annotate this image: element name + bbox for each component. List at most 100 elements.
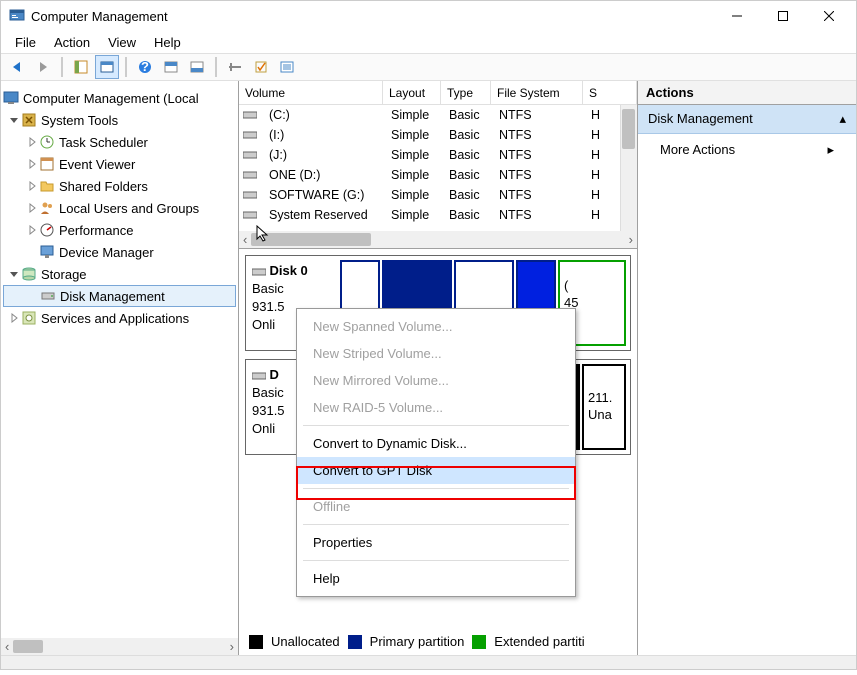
expand-icon[interactable] bbox=[7, 115, 21, 125]
volume-row[interactable]: SOFTWARE (G:)SimpleBasicNTFSH bbox=[239, 185, 637, 205]
close-button[interactable] bbox=[806, 1, 852, 31]
show-hide-tree-button[interactable] bbox=[69, 55, 93, 79]
tree-label: Local Users and Groups bbox=[59, 201, 199, 216]
partition[interactable]: 211. Una bbox=[582, 364, 626, 450]
ctx-new-raid5: New RAID-5 Volume... bbox=[297, 394, 575, 421]
menu-action[interactable]: Action bbox=[46, 33, 98, 52]
volume-hscrollbar[interactable]: ‹ › bbox=[239, 231, 637, 248]
partition-label: ( bbox=[564, 278, 620, 295]
volume-row[interactable]: (I:)SimpleBasicNTFSH bbox=[239, 125, 637, 145]
tree-label: Device Manager bbox=[59, 245, 154, 260]
volume-status: H bbox=[585, 128, 606, 142]
view-top-button[interactable] bbox=[159, 55, 183, 79]
ctx-new-spanned: New Spanned Volume... bbox=[297, 313, 575, 340]
col-layout[interactable]: Layout bbox=[383, 81, 441, 104]
col-status[interactable]: S bbox=[583, 81, 637, 104]
expand-icon[interactable] bbox=[7, 269, 21, 279]
tree-storage[interactable]: Storage bbox=[3, 263, 236, 285]
volume-columns: Volume Layout Type File System S bbox=[239, 81, 637, 105]
refresh-button[interactable] bbox=[249, 55, 273, 79]
tree-label: Shared Folders bbox=[59, 179, 148, 194]
app-icon bbox=[9, 8, 25, 24]
expand-icon[interactable] bbox=[25, 159, 39, 169]
ctx-properties[interactable]: Properties bbox=[297, 529, 575, 556]
volume-row[interactable]: ONE (D:)SimpleBasicNTFSH bbox=[239, 165, 637, 185]
tree-device-manager[interactable]: Device Manager bbox=[3, 241, 236, 263]
properties-button[interactable] bbox=[95, 55, 119, 79]
expand-icon[interactable] bbox=[7, 313, 21, 323]
event-icon bbox=[39, 156, 55, 172]
expand-icon[interactable] bbox=[25, 137, 39, 147]
volume-row[interactable]: (C:)SimpleBasicNTFSH bbox=[239, 105, 637, 125]
forward-button[interactable] bbox=[31, 55, 55, 79]
view-bottom-button[interactable] bbox=[185, 55, 209, 79]
tree-label: Services and Applications bbox=[41, 311, 189, 326]
tree-task-scheduler[interactable]: Task Scheduler bbox=[3, 131, 236, 153]
titlebar: Computer Management bbox=[1, 1, 856, 31]
col-type[interactable]: Type bbox=[441, 81, 491, 104]
volume-type: Basic bbox=[443, 208, 493, 222]
ctx-separator bbox=[303, 524, 569, 525]
tree-local-users[interactable]: Local Users and Groups bbox=[3, 197, 236, 219]
expand-icon[interactable] bbox=[25, 181, 39, 191]
tree-label: Event Viewer bbox=[59, 157, 135, 172]
svg-text:?: ? bbox=[141, 59, 149, 74]
settings-button[interactable] bbox=[223, 55, 247, 79]
volume-layout: Simple bbox=[385, 108, 443, 122]
ctx-offline: Offline bbox=[297, 493, 575, 520]
ctx-help[interactable]: Help bbox=[297, 565, 575, 592]
tree-hscrollbar[interactable]: ‹ › bbox=[1, 638, 238, 655]
volume-type: Basic bbox=[443, 128, 493, 142]
disk-icon bbox=[40, 288, 56, 304]
volume-name: (C:) bbox=[263, 108, 385, 122]
menu-help[interactable]: Help bbox=[146, 33, 189, 52]
actions-section[interactable]: Disk Management ▴ bbox=[638, 105, 856, 134]
maximize-button[interactable] bbox=[760, 1, 806, 31]
minimize-button[interactable] bbox=[714, 1, 760, 31]
col-volume[interactable]: Volume bbox=[239, 81, 383, 104]
ctx-convert-gpt[interactable]: Convert to GPT Disk bbox=[297, 457, 575, 484]
legend-label: Unallocated bbox=[271, 634, 340, 649]
volume-status: H bbox=[585, 108, 606, 122]
collapse-icon: ▴ bbox=[839, 111, 846, 127]
actions-section-label: Disk Management bbox=[648, 111, 753, 127]
tree-system-tools[interactable]: System Tools bbox=[3, 109, 236, 131]
expand-icon[interactable] bbox=[25, 203, 39, 213]
expand-icon[interactable] bbox=[25, 225, 39, 235]
tree-shared-folders[interactable]: Shared Folders bbox=[3, 175, 236, 197]
partition-size: 211. bbox=[588, 390, 620, 407]
ctx-separator bbox=[303, 425, 569, 426]
statusbar bbox=[1, 655, 856, 669]
menu-view[interactable]: View bbox=[100, 33, 144, 52]
tree-label: Performance bbox=[59, 223, 133, 238]
volume-layout: Simple bbox=[385, 208, 443, 222]
volume-vscrollbar[interactable] bbox=[620, 105, 637, 231]
legend-swatch-unallocated bbox=[249, 635, 263, 649]
tree-disk-management[interactable]: Disk Management bbox=[3, 285, 236, 307]
volume-row[interactable]: (J:)SimpleBasicNTFSH bbox=[239, 145, 637, 165]
actions-pane: Actions Disk Management ▴ More Actions ▸ bbox=[638, 81, 856, 655]
action-list-button[interactable] bbox=[275, 55, 299, 79]
volume-layout: Simple bbox=[385, 168, 443, 182]
legend-label: Primary partition bbox=[370, 634, 465, 649]
drive-icon bbox=[243, 149, 257, 161]
back-button[interactable] bbox=[5, 55, 29, 79]
help-button[interactable]: ? bbox=[133, 55, 157, 79]
disk-state: Onli bbox=[252, 421, 275, 436]
col-filesystem[interactable]: File System bbox=[491, 81, 583, 104]
tree-label: Task Scheduler bbox=[59, 135, 148, 150]
menu-file[interactable]: File bbox=[7, 33, 44, 52]
volume-row[interactable]: System ReservedSimpleBasicNTFSH bbox=[239, 205, 637, 225]
disk-type: Basic bbox=[252, 385, 284, 400]
tree-event-viewer[interactable]: Event Viewer bbox=[3, 153, 236, 175]
tree-performance[interactable]: Performance bbox=[3, 219, 236, 241]
volume-type: Basic bbox=[443, 188, 493, 202]
ctx-convert-dynamic[interactable]: Convert to Dynamic Disk... bbox=[297, 430, 575, 457]
tree-root[interactable]: Computer Management (Local bbox=[3, 87, 236, 109]
volume-status: H bbox=[585, 168, 606, 182]
volume-name: System Reserved bbox=[263, 208, 385, 222]
actions-more[interactable]: More Actions ▸ bbox=[638, 134, 856, 166]
chevron-right-icon: ▸ bbox=[827, 142, 834, 158]
volume-layout: Simple bbox=[385, 188, 443, 202]
tree-services-apps[interactable]: Services and Applications bbox=[3, 307, 236, 329]
